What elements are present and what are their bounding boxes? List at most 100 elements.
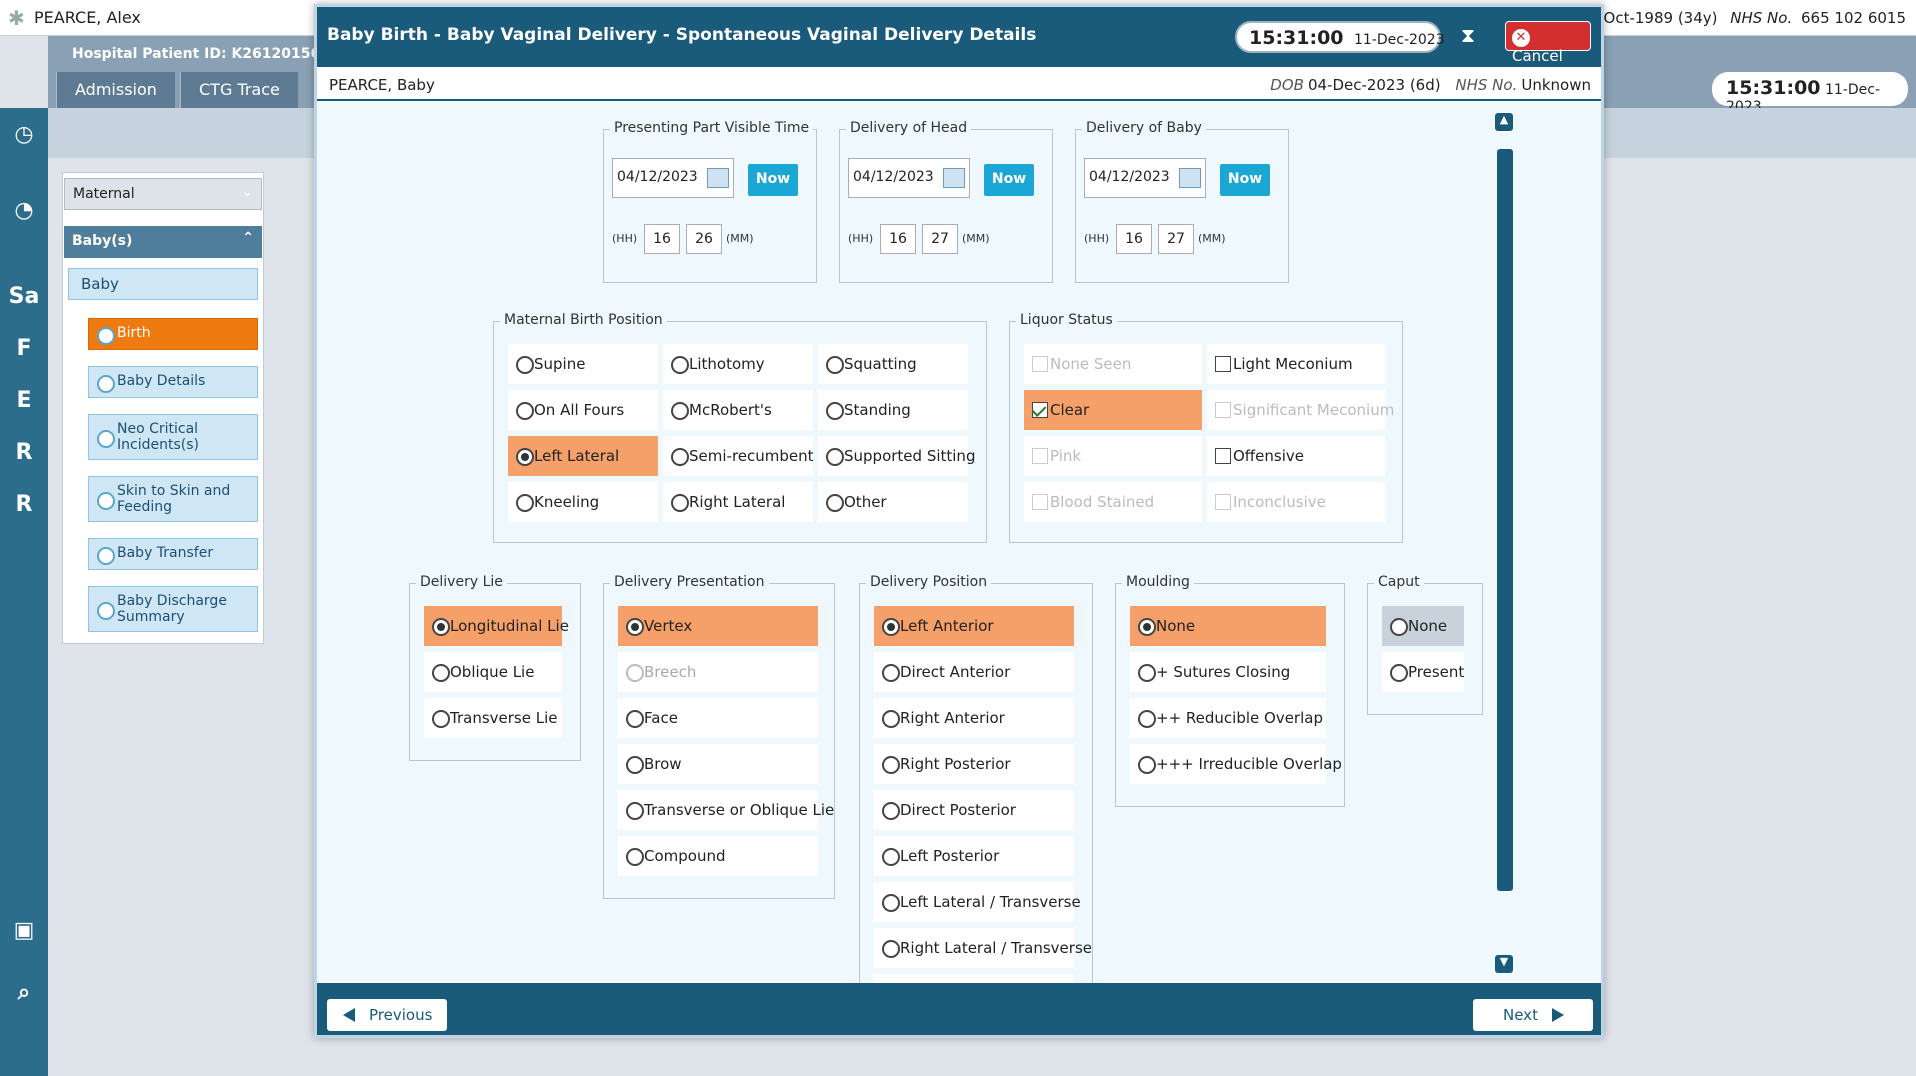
nav-baby[interactable]: Baby bbox=[68, 268, 258, 300]
filter-icon[interactable]: ⧗ bbox=[1461, 23, 1475, 47]
liquor-option-pink[interactable]: Pink bbox=[1024, 436, 1202, 476]
delivery-lie-legend: Delivery Lie bbox=[416, 574, 507, 590]
delivery-of-head-date: 04/12/2023 bbox=[853, 169, 934, 185]
liquor-status-group: Liquor Status None Seen Light Meconium C… bbox=[1009, 312, 1403, 543]
nav-item-baby-transfer[interactable]: Baby Transfer bbox=[88, 538, 258, 570]
position-option-left-lateral-transverse[interactable]: Left Lateral / Transverse bbox=[874, 882, 1081, 922]
previous-button[interactable]: Previous bbox=[327, 999, 447, 1031]
moulding-option-irreducible-overlap[interactable]: +++ Irreducible Overlap bbox=[1130, 744, 1342, 784]
delivery-of-head-hour-input[interactable]: 16 bbox=[880, 224, 916, 254]
position-option-left-anterior[interactable]: Left Anterior bbox=[874, 606, 1074, 646]
nav-babies-label: Baby(s) bbox=[72, 233, 133, 249]
nav-item-skin-to-skin[interactable]: Skin to Skin and Feeding bbox=[88, 476, 258, 522]
presenting-part-hour-input[interactable]: 16 bbox=[644, 224, 680, 254]
position-option-right-posterior[interactable]: Right Posterior bbox=[874, 744, 1074, 784]
dob-value: 04-Dec-2023 (6d) bbox=[1307, 76, 1441, 94]
lie-option-transverse[interactable]: Transverse Lie bbox=[424, 698, 562, 738]
scroll-up-button[interactable]: ▲ bbox=[1495, 113, 1513, 131]
chevron-down-icon: ⌄ bbox=[241, 184, 253, 200]
liquor-option-light-meconium[interactable]: Light Meconium bbox=[1207, 344, 1385, 384]
mbp-option-mcroberts[interactable]: McRobert's bbox=[663, 390, 813, 430]
liquor-option-offensive[interactable]: Offensive bbox=[1207, 436, 1385, 476]
sidebar-sa[interactable]: Sa bbox=[4, 284, 44, 309]
calendar-icon[interactable] bbox=[943, 168, 965, 188]
position-option-direct-anterior[interactable]: Direct Anterior bbox=[874, 652, 1074, 692]
presentation-option-face[interactable]: Face bbox=[618, 698, 818, 738]
position-option-right-anterior[interactable]: Right Anterior bbox=[874, 698, 1074, 738]
lie-option-longitudinal[interactable]: Longitudinal Lie bbox=[424, 606, 569, 646]
next-button[interactable]: Next bbox=[1473, 999, 1593, 1031]
dialog-time: 15:31:00 bbox=[1249, 27, 1344, 49]
presentation-option-vertex[interactable]: Vertex bbox=[618, 606, 818, 646]
delivery-of-head-minute-input[interactable]: 27 bbox=[922, 224, 958, 254]
liquor-option-none-seen[interactable]: None Seen bbox=[1024, 344, 1202, 384]
delivery-of-baby-hour-input[interactable]: 16 bbox=[1116, 224, 1152, 254]
mbp-option-squatting[interactable]: Squatting bbox=[818, 344, 968, 384]
nav-item-baby-discharge[interactable]: Baby Discharge Summary bbox=[88, 586, 258, 632]
mbp-option-standing[interactable]: Standing bbox=[818, 390, 968, 430]
mbp-option-supported-sitting[interactable]: Supported Sitting bbox=[818, 436, 975, 476]
caput-option-none[interactable]: None bbox=[1382, 606, 1464, 646]
scrollbar-thumb[interactable] bbox=[1497, 149, 1513, 891]
nav-item-neo-critical[interactable]: Neo Critical Incidents(s) bbox=[88, 414, 258, 460]
cancel-button[interactable]: ✕Cancel bbox=[1505, 21, 1591, 65]
mbp-option-right-lateral[interactable]: Right Lateral bbox=[663, 482, 813, 522]
position-option-right-lateral-transverse[interactable]: Right Lateral / Transverse bbox=[874, 928, 1092, 968]
sidebar-e[interactable]: E bbox=[4, 388, 44, 413]
sidebar-f[interactable]: F bbox=[4, 336, 44, 361]
nav-item-baby-details[interactable]: Baby Details bbox=[88, 366, 258, 398]
lie-option-oblique[interactable]: Oblique Lie bbox=[424, 652, 562, 692]
mbp-option-supine[interactable]: Supine bbox=[508, 344, 658, 384]
scroll-down-button[interactable]: ▼ bbox=[1495, 955, 1513, 973]
liquor-option-inconclusive[interactable]: Inconclusive bbox=[1207, 482, 1385, 522]
mbp-option-other[interactable]: Other bbox=[818, 482, 968, 522]
sidebar-r1[interactable]: R bbox=[4, 440, 44, 465]
presentation-option-breech[interactable]: Breech bbox=[618, 652, 818, 692]
presentation-option-brow[interactable]: Brow bbox=[618, 744, 818, 784]
mbp-option-lithotomy[interactable]: Lithotomy bbox=[663, 344, 813, 384]
calendar-icon[interactable] bbox=[1179, 168, 1201, 188]
mm-label: (MM) bbox=[962, 232, 990, 245]
presenting-part-date-input[interactable]: 04/12/2023 bbox=[612, 158, 734, 198]
delivery-of-baby-date-input[interactable]: 04/12/2023 bbox=[1084, 158, 1206, 198]
tab-admission[interactable]: Admission bbox=[56, 72, 175, 108]
delivery-of-head-date-input[interactable]: 04/12/2023 bbox=[848, 158, 970, 198]
presentation-option-transverse-oblique[interactable]: Transverse or Oblique Lie bbox=[618, 790, 834, 830]
position-option-left-posterior[interactable]: Left Posterior bbox=[874, 836, 1074, 876]
presenting-part-now-button[interactable]: Now bbox=[748, 164, 798, 196]
delivery-of-baby-minute-input[interactable]: 27 bbox=[1158, 224, 1194, 254]
nav-maternal[interactable]: Maternal ⌄ bbox=[64, 178, 262, 210]
nav-babies[interactable]: Baby(s) ⌃ bbox=[64, 226, 262, 258]
dob-label: DOB bbox=[1270, 76, 1304, 94]
clock-icon[interactable]: ◷ bbox=[4, 122, 44, 147]
delivery-details-dialog: Baby Birth - Baby Vaginal Delivery - Spo… bbox=[314, 4, 1604, 1038]
mbp-option-on-all-fours[interactable]: On All Fours bbox=[508, 390, 658, 430]
liquor-option-clear[interactable]: Clear bbox=[1024, 390, 1202, 430]
mbp-option-semi-recumbent[interactable]: Semi-recumbent bbox=[663, 436, 814, 476]
presenting-part-minute-input[interactable]: 26 bbox=[686, 224, 722, 254]
sidebar-r2[interactable]: R bbox=[4, 492, 44, 517]
chevron-up-icon: ⌃ bbox=[242, 230, 254, 246]
gauge-icon[interactable]: ◔ bbox=[4, 198, 44, 223]
liquor-option-significant-meconium[interactable]: Significant Meconium bbox=[1207, 390, 1394, 430]
tab-ctg-trace[interactable]: CTG Trace bbox=[180, 72, 298, 108]
nhs-label: NHS No. bbox=[1730, 9, 1793, 27]
moulding-option-none[interactable]: None bbox=[1130, 606, 1326, 646]
moulding-option-sutures-closing[interactable]: + Sutures Closing bbox=[1130, 652, 1326, 692]
mbp-option-left-lateral[interactable]: Left Lateral bbox=[508, 436, 658, 476]
previous-label: Previous bbox=[369, 1006, 433, 1024]
delivery-of-head-now-button[interactable]: Now bbox=[984, 164, 1034, 196]
star-icon[interactable]: ✱ bbox=[8, 6, 25, 30]
position-option-direct-posterior[interactable]: Direct Posterior bbox=[874, 790, 1074, 830]
delivery-of-baby-now-button[interactable]: Now bbox=[1220, 164, 1270, 196]
nav-item-birth[interactable]: Birth bbox=[88, 318, 258, 350]
caput-group: Caput None Present bbox=[1367, 574, 1483, 715]
presentation-icon[interactable]: ▣ bbox=[4, 918, 44, 943]
presentation-option-compound[interactable]: Compound bbox=[618, 836, 818, 876]
caput-option-present[interactable]: Present bbox=[1382, 652, 1464, 692]
search-icon[interactable]: ⌕ bbox=[4, 980, 44, 1005]
mbp-option-kneeling[interactable]: Kneeling bbox=[508, 482, 658, 522]
liquor-option-blood-stained[interactable]: Blood Stained bbox=[1024, 482, 1202, 522]
moulding-option-reducible-overlap[interactable]: ++ Reducible Overlap bbox=[1130, 698, 1326, 738]
calendar-icon[interactable] bbox=[707, 168, 729, 188]
